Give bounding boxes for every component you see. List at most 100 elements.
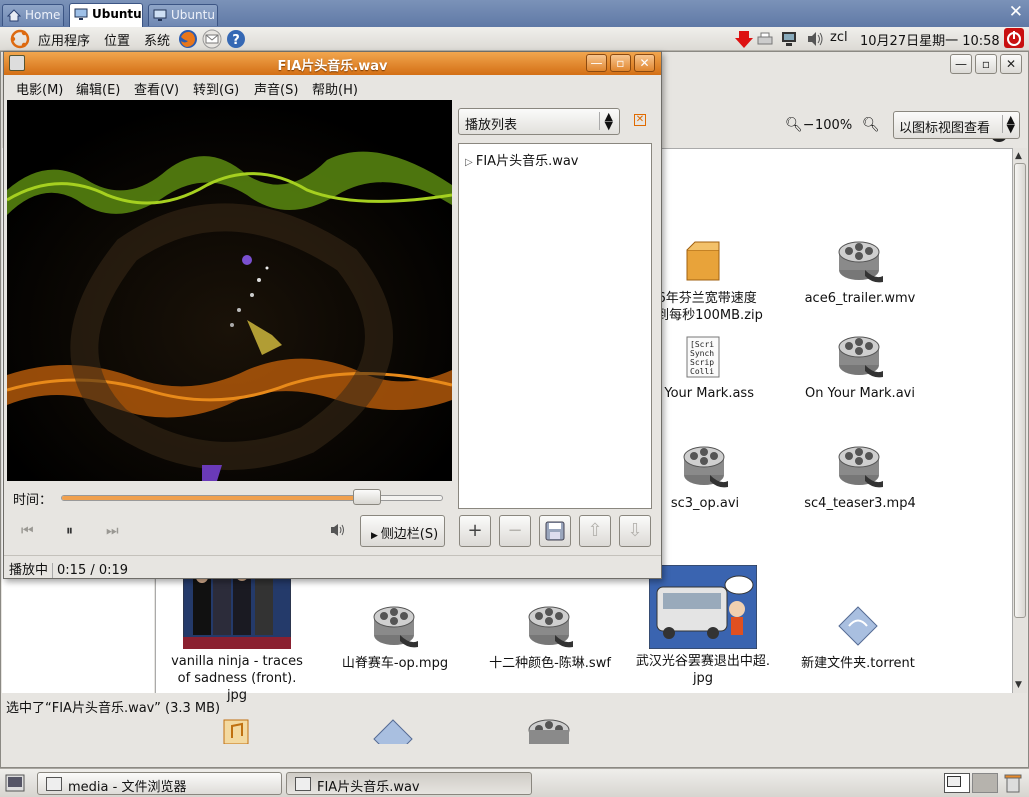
file-item[interactable]: 十二种颜色-陈琳.swf (470, 605, 630, 672)
menu-system[interactable]: 系统 (144, 30, 170, 49)
volume-icon[interactable] (330, 523, 346, 537)
video-file-icon (470, 605, 630, 651)
svg-text:?: ? (232, 33, 240, 48)
help-icon[interactable]: ? (226, 29, 246, 49)
tab-ubuntu-active[interactable]: Ubuntu (69, 3, 143, 27)
minimize-button[interactable]: — (586, 54, 607, 72)
file-label: 新建文件夹.torrent (801, 656, 915, 671)
selection-status: 选中了“FIA片头音乐.wav” (3.3 MB) (6, 701, 221, 716)
menu-go[interactable]: 转到(G) (193, 79, 239, 98)
file-label: 十二种颜色-陈琳.swf (489, 656, 611, 671)
save-icon (545, 521, 565, 541)
task-movie-player[interactable]: FIA片头音乐.wav (286, 772, 532, 795)
player-title: FIA片头音乐.wav (277, 59, 388, 74)
firefox-icon[interactable] (178, 29, 198, 49)
close-sidebar-icon[interactable]: ✕ (634, 114, 646, 126)
update-notifier-icon[interactable] (734, 29, 754, 49)
desktop: Home Ubuntu Ubuntu ✕ 应用程序 位置 系统 ? zcl 10… (0, 0, 1029, 797)
audio-file-icon[interactable] (222, 718, 250, 744)
playlist-item[interactable]: ▷ FIA片头音乐.wav (465, 150, 579, 169)
svg-text:Synch: Synch (690, 349, 714, 358)
printer-icon[interactable] (756, 31, 774, 47)
monitor-icon (153, 9, 167, 21)
workspace-1[interactable] (944, 773, 970, 793)
file-item[interactable]: 新建文件夹.torrent (778, 605, 938, 672)
remove-button[interactable]: − (499, 515, 531, 547)
sidebar-toggle-button[interactable]: ▶ 侧边栏(S) (360, 515, 445, 547)
maximize-button[interactable]: ▫ (975, 54, 997, 74)
menu-view[interactable]: 查看(V) (134, 79, 179, 98)
menu-edit[interactable]: 编辑(E) (76, 79, 120, 98)
svg-text:Scrip: Scrip (690, 358, 714, 367)
close-icon[interactable]: ✕ (1009, 2, 1023, 22)
movie-player-window: FIA片头音乐.wav — ▫ ✕ 电影(M) 编辑(E) 查看(V) 转到(G) … (3, 51, 662, 579)
volume-icon[interactable] (806, 31, 824, 47)
scroll-down-icon[interactable]: ▼ (1015, 680, 1022, 690)
close-button[interactable]: ✕ (1000, 54, 1022, 74)
seek-slider[interactable] (61, 495, 443, 501)
tab-home[interactable]: Home (2, 4, 64, 26)
player-titlebar[interactable]: FIA片头音乐.wav — ▫ ✕ (4, 52, 661, 75)
maximize-button[interactable]: ▫ (610, 54, 631, 72)
player-statusbar: 播放中 0:15 / 0:19 (4, 555, 661, 578)
trash-icon[interactable] (1004, 772, 1022, 794)
file-browser-window-controls: — ▫ ✕ (947, 54, 1022, 74)
monitor-icon (74, 8, 88, 20)
task-label: media - 文件浏览器 (68, 780, 187, 795)
video-area[interactable] (7, 100, 452, 481)
move-down-button[interactable]: ⇩ (619, 515, 651, 547)
tab-label: Ubuntu (92, 7, 142, 21)
video-file-icon (780, 240, 940, 286)
sidebar-page-select[interactable]: 播放列表 ▲ ▼ (458, 108, 620, 135)
next-icon[interactable]: ⏭ (106, 523, 119, 539)
file-item[interactable]: 武汉光谷罢赛退出中超. jpg (623, 564, 783, 687)
task-file-browser[interactable]: media - 文件浏览器 (37, 772, 282, 795)
view-mode-label: 以图标视图查看 (899, 121, 991, 136)
tab-ubuntu[interactable]: Ubuntu (148, 4, 218, 26)
menu-places[interactable]: 位置 (104, 30, 130, 49)
close-button[interactable]: ✕ (634, 54, 655, 72)
show-desktop-icon[interactable] (5, 774, 25, 792)
video-file-icon (780, 445, 940, 491)
menu-help[interactable]: 帮助(H) (312, 79, 358, 98)
vertical-scrollbar[interactable]: ▲ ▼ (1012, 148, 1027, 693)
menu-movie[interactable]: 电影(M) (16, 79, 63, 98)
tab-label: Home (25, 8, 61, 22)
video-file-icon (780, 335, 940, 381)
sidebar-page-label: 播放列表 (465, 118, 518, 133)
home-icon (7, 9, 21, 22)
file-browser-statusbar: 选中了“FIA片头音乐.wav” (3.3 MB) (2, 693, 1027, 716)
torrent-file-icon[interactable] (372, 718, 414, 744)
move-up-button[interactable]: ⇧ (579, 515, 611, 547)
save-button[interactable] (539, 515, 571, 547)
scroll-up-icon[interactable]: ▲ (1015, 151, 1022, 161)
user-name[interactable]: zcl (830, 30, 848, 45)
menu-applications[interactable]: 应用程序 (38, 30, 90, 49)
pause-icon[interactable]: ⏸ (66, 523, 73, 539)
power-icon[interactable] (1003, 27, 1025, 49)
file-item[interactable]: 山脊赛车-op.mpg (315, 605, 475, 672)
zoom-out-icon[interactable]: 🔍︎− (785, 117, 815, 133)
add-button[interactable]: + (459, 515, 491, 547)
view-mode-select[interactable]: 以图标视图查看 ▲ ▼ (893, 111, 1020, 139)
browser-tab-strip: Home Ubuntu Ubuntu ✕ (0, 0, 1029, 27)
previous-icon[interactable]: ⏮ (21, 523, 34, 539)
player-window-controls: — ▫ ✕ (583, 54, 655, 72)
file-item[interactable]: sc4_teaser3.mp4 (780, 445, 940, 512)
zoom-in-icon[interactable]: 🔍︎ (862, 117, 880, 133)
seek-handle[interactable] (353, 489, 381, 505)
file-item[interactable]: vanilla ninja - traces of sadness (front… (157, 564, 317, 704)
updown-arrow-icon: ▲ ▼ (1001, 114, 1015, 134)
clock[interactable]: 10月27日星期一 10:58 (860, 30, 1000, 49)
zoom-level[interactable]: 100% (815, 118, 852, 133)
mail-icon[interactable] (202, 29, 222, 49)
file-item[interactable]: ace6_trailer.wmv (780, 240, 940, 307)
network-icon[interactable] (780, 30, 798, 48)
minimize-button[interactable]: — (950, 54, 972, 74)
video-file-icon[interactable] (527, 718, 573, 744)
menu-sound[interactable]: 声音(S) (254, 79, 298, 98)
file-item[interactable]: On Your Mark.avi (780, 335, 940, 402)
workspace-2[interactable] (972, 773, 998, 793)
scrollbar-thumb[interactable] (1014, 163, 1026, 618)
file-browser-icon (46, 777, 62, 791)
